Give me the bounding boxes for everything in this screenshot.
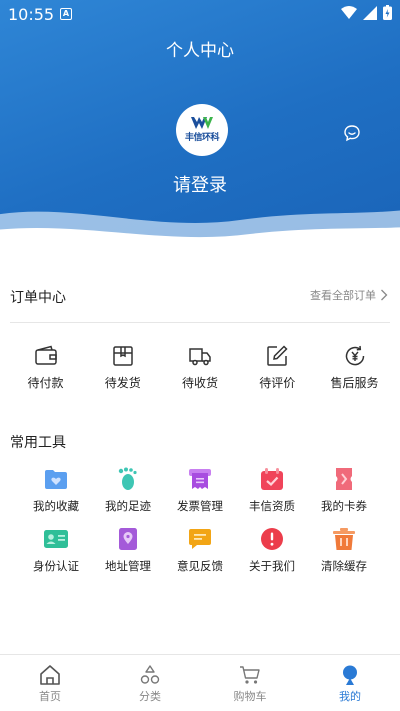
tool-label: 清除缓存 <box>321 559 367 573</box>
order-item-pending-receipt[interactable]: 待收货 <box>163 344 238 391</box>
view-all-orders-link[interactable]: 查看全部订单 <box>310 287 388 303</box>
id-card-icon <box>43 526 69 552</box>
order-item-pending-shipment[interactable]: 待发货 <box>85 344 160 391</box>
tool-label: 丰信资质 <box>249 499 295 513</box>
notification-badge-icon: A <box>60 8 72 20</box>
tool-label: 身份认证 <box>33 559 79 573</box>
nav-label: 首页 <box>39 690 61 703</box>
bottom-nav: 首页 分类 购物车 我的 <box>0 654 400 711</box>
nav-label: 我的 <box>339 690 361 703</box>
order-item-label: 待发货 <box>104 376 141 390</box>
section-divider <box>10 322 390 323</box>
home-icon <box>40 665 60 685</box>
order-item-pending-review[interactable]: 待评价 <box>240 344 315 391</box>
folder-heart-icon <box>43 466 69 492</box>
order-status-row: 待付款 待发货 待收货 待评价 售后服务 <box>8 344 392 391</box>
tool-label: 地址管理 <box>105 559 151 573</box>
tool-my-coupons[interactable]: 我的卡券 <box>308 466 380 514</box>
nav-home[interactable]: 首页 <box>0 655 100 711</box>
message-icon[interactable] <box>343 124 361 142</box>
nav-label: 分类 <box>139 690 161 703</box>
page-title: 个人中心 <box>166 41 234 61</box>
tool-label: 发票管理 <box>177 499 223 513</box>
nav-cart[interactable]: 购物车 <box>200 655 300 711</box>
tool-label: 我的足迹 <box>105 499 151 513</box>
tool-my-footprints[interactable]: 我的足迹 <box>92 466 164 514</box>
company-logo-icon <box>191 117 213 129</box>
profile-header: 10:55 A 个人中心 丰信环科 请登录 <box>0 0 400 245</box>
order-item-after-sales[interactable]: 售后服务 <box>317 344 392 391</box>
order-center-title: 订单中心 <box>10 290 66 306</box>
category-icon <box>140 665 160 684</box>
invoice-icon <box>187 466 213 492</box>
order-item-label: 待收货 <box>181 376 218 390</box>
common-tools-title: 常用工具 <box>10 435 66 451</box>
order-item-pending-payment[interactable]: 待付款 <box>8 344 83 391</box>
tools-grid: 我的收藏 我的足迹 发票管理 丰信资质 我的卡券 身份认证 地址管理 意见反馈 … <box>20 466 380 574</box>
tool-label: 关于我们 <box>249 559 295 573</box>
tool-address-management[interactable]: 地址管理 <box>92 526 164 574</box>
avatar[interactable]: 丰信环科 <box>176 104 228 156</box>
truck-icon <box>189 348 211 366</box>
tool-identity-verification[interactable]: 身份认证 <box>20 526 92 574</box>
edit-icon <box>267 345 288 366</box>
tool-about-us[interactable]: 关于我们 <box>236 526 308 574</box>
footprint-icon <box>115 466 141 492</box>
order-item-label: 售后服务 <box>330 376 379 390</box>
system-icons <box>341 5 392 20</box>
tool-feedback[interactable]: 意见反馈 <box>164 526 236 574</box>
header-wave <box>0 210 400 245</box>
package-icon <box>113 346 133 366</box>
tool-company-qualification[interactable]: 丰信资质 <box>236 466 308 514</box>
tool-label: 意见反馈 <box>177 559 223 573</box>
info-circle-icon <box>259 526 285 552</box>
location-book-icon <box>115 526 141 552</box>
order-item-label: 待评价 <box>259 376 296 390</box>
nav-label: 购物车 <box>233 690 267 703</box>
status-bar: 10:55 A <box>0 0 400 28</box>
order-item-label: 待付款 <box>27 376 64 390</box>
battery-icon <box>383 5 392 20</box>
company-logo-text: 丰信环科 <box>184 133 220 143</box>
trash-icon <box>331 526 357 552</box>
status-time: 10:55 <box>8 5 55 24</box>
wifi-icon <box>341 5 357 19</box>
tool-clear-cache[interactable]: 清除缓存 <box>308 526 380 574</box>
tool-my-favorites[interactable]: 我的收藏 <box>20 466 92 514</box>
nav-profile[interactable]: 我的 <box>300 655 400 711</box>
nav-category[interactable]: 分类 <box>100 655 200 711</box>
signal-icon <box>363 5 377 20</box>
tool-label: 我的卡券 <box>321 499 367 513</box>
login-link[interactable]: 请登录 <box>0 171 400 197</box>
calendar-check-icon <box>259 466 285 492</box>
cart-icon <box>240 666 260 684</box>
tool-invoice-management[interactable]: 发票管理 <box>164 466 236 514</box>
tool-label: 我的收藏 <box>33 499 79 513</box>
ticket-icon <box>331 466 357 492</box>
profile-icon <box>343 665 357 685</box>
chat-icon <box>187 526 213 552</box>
yen-refund-icon <box>345 345 364 366</box>
wallet-icon <box>34 345 57 365</box>
chevron-right-icon <box>381 289 388 301</box>
view-all-orders-label: 查看全部订单 <box>310 289 376 302</box>
